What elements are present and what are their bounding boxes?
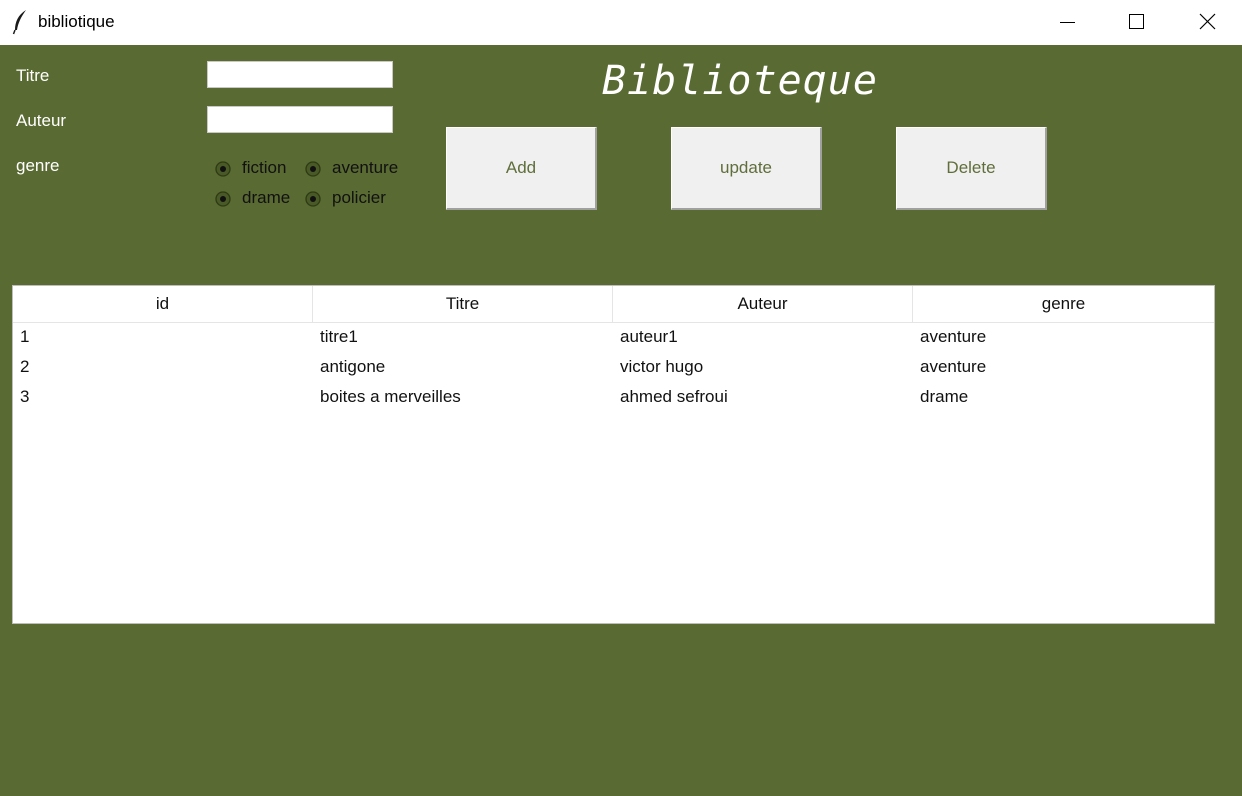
titre-input[interactable]: [207, 61, 393, 88]
add-button[interactable]: Add: [446, 127, 597, 210]
radio-icon: [215, 191, 231, 207]
cell-genre: drame: [920, 387, 969, 406]
cell-titre: boites a merveilles: [320, 387, 461, 406]
cell-titre: antigone: [320, 357, 386, 376]
genre-label: genre: [16, 156, 60, 175]
close-icon: [1199, 13, 1216, 30]
cell-auteur: ahmed sefroui: [620, 387, 728, 406]
cell-id: 3: [20, 387, 30, 406]
title-bar[interactable]: bibliotique: [0, 0, 1242, 45]
cell-titre: titre1: [320, 327, 358, 346]
radio-icon: [215, 161, 231, 177]
window-title: bibliotique: [38, 12, 115, 31]
auteur-input[interactable]: [207, 106, 393, 133]
titre-label: Titre: [16, 66, 50, 85]
books-table[interactable]: id Titre Auteur genre 1 titre1 auteur1 a…: [12, 285, 1215, 624]
app-window: bibliotique Titre Auteur genre fiction a…: [0, 0, 1242, 796]
app-heading: Biblioteque: [602, 58, 878, 104]
radio-icon: [305, 191, 321, 207]
cell-genre: aventure: [920, 327, 987, 346]
cell-genre: aventure: [920, 357, 987, 376]
column-header-id[interactable]: id: [13, 286, 313, 322]
cell-auteur: victor hugo: [620, 357, 704, 376]
table-row[interactable]: 1 titre1 auteur1 aventure: [13, 322, 1214, 352]
minimize-button[interactable]: [1032, 0, 1102, 45]
radio-icon: [305, 161, 321, 177]
column-header-auteur[interactable]: Auteur: [613, 286, 913, 322]
table-header: id Titre Auteur genre: [13, 286, 1214, 323]
column-header-titre[interactable]: Titre: [313, 286, 613, 322]
auteur-label: Auteur: [16, 111, 67, 130]
update-button[interactable]: update: [671, 127, 822, 210]
table-row[interactable]: 2 antigone victor hugo aventure: [13, 352, 1214, 382]
radio-label: policier: [332, 188, 386, 207]
radio-label: fiction: [242, 158, 287, 177]
cell-id: 1: [20, 327, 30, 346]
minimize-icon: [1060, 22, 1075, 23]
radio-label: drame: [242, 188, 291, 207]
cell-auteur: auteur1: [620, 327, 678, 346]
maximize-button[interactable]: [1101, 0, 1171, 45]
close-button[interactable]: [1172, 0, 1242, 45]
cell-id: 2: [20, 357, 30, 376]
maximize-icon: [1129, 14, 1144, 29]
delete-button[interactable]: Delete: [896, 127, 1047, 210]
table-row[interactable]: 3 boites a merveilles ahmed sefroui dram…: [13, 382, 1214, 412]
column-header-genre[interactable]: genre: [913, 286, 1214, 322]
feather-icon: [12, 9, 28, 35]
radio-label: aventure: [332, 158, 399, 177]
